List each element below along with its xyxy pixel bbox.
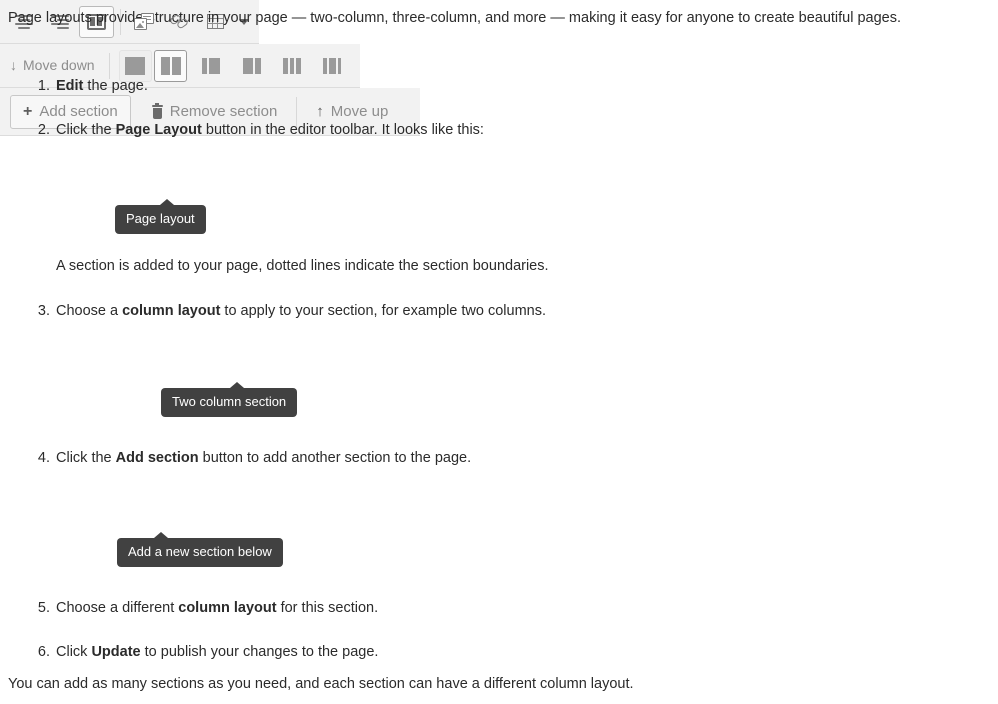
three-column-icon xyxy=(282,57,301,74)
link-icon xyxy=(168,12,190,30)
outro-paragraph: You can add as many sections as you need… xyxy=(8,676,634,692)
list-item: 6. Click Update to publish your changes t… xyxy=(32,642,379,663)
step-text-suffix: the page. xyxy=(83,78,148,94)
two-column-section-tooltip: Two column section xyxy=(161,382,298,417)
insert-media-icon xyxy=(133,13,154,30)
two-column-section-option[interactable] xyxy=(153,49,188,82)
step-text-bold: Update xyxy=(91,644,141,660)
arrow-down-icon: ↓ xyxy=(10,57,17,74)
wide-narrow-section-option[interactable] xyxy=(235,50,268,82)
list-item: 1. Edit the page. xyxy=(32,76,148,97)
three-column-section-option[interactable] xyxy=(275,50,308,82)
page-layout-tooltip: Page layout xyxy=(115,199,206,234)
step-text-bold: Page Layout xyxy=(115,122,202,138)
step-text-prefix: Click the xyxy=(56,122,116,138)
step-text-suffix: for this section. xyxy=(276,600,379,616)
step-text-bold: column layout xyxy=(178,600,277,616)
list-marker: 3. xyxy=(37,303,50,319)
step-text-prefix: Choose a xyxy=(56,303,123,319)
wide-narrow-icon xyxy=(242,57,261,74)
list-marker: 6. xyxy=(37,644,50,660)
list-item: 5. Choose a different column layout for t… xyxy=(32,598,378,619)
plus-icon: + xyxy=(23,102,33,120)
one-column-icon xyxy=(125,56,146,75)
step-text-suffix: button in the editor toolbar. It looks l… xyxy=(201,122,484,138)
narrow-wide-icon xyxy=(202,57,221,74)
intro-paragraph: Page layouts provide structure in your p… xyxy=(8,10,902,26)
trash-icon xyxy=(151,102,163,119)
step-text-suffix: to publish your changes to the page. xyxy=(140,644,379,660)
list-item: 2. Click the Page Layout button in the ed… xyxy=(32,120,484,141)
narrow-wide-narrow-section-option[interactable] xyxy=(316,50,349,82)
step-text-bold: Add section xyxy=(115,450,199,466)
list-marker: 5. xyxy=(37,600,50,616)
step-text-prefix: Click the xyxy=(56,450,116,466)
move-down-label: Move down xyxy=(23,57,95,74)
narrow-wide-narrow-icon xyxy=(323,57,342,74)
step-text-prefix: Click xyxy=(56,644,92,660)
two-column-icon xyxy=(160,56,181,75)
move-down-button[interactable]: ↓ Move down xyxy=(10,55,107,75)
list-item: 4. Click the Add section button to add an… xyxy=(32,448,471,469)
toolbar-divider xyxy=(108,52,110,79)
section-added-note: A section is added to your page, dotted … xyxy=(56,258,549,274)
list-marker: 4. xyxy=(37,450,50,466)
step-text-bold: Edit xyxy=(56,78,84,94)
list-marker: 1. xyxy=(37,78,50,94)
narrow-wide-section-option[interactable] xyxy=(194,50,227,82)
list-item: 3. Choose a column layout to apply to you… xyxy=(32,301,546,322)
step-text-prefix: Choose a different xyxy=(56,600,179,616)
step-text-suffix: button to add another section to the pag… xyxy=(198,450,472,466)
add-section-tooltip: Add a new section below xyxy=(117,532,283,567)
step-text-suffix: to apply to your section, for example tw… xyxy=(220,303,547,319)
list-marker: 2. xyxy=(37,122,50,138)
step-text-bold: column layout xyxy=(122,303,221,319)
